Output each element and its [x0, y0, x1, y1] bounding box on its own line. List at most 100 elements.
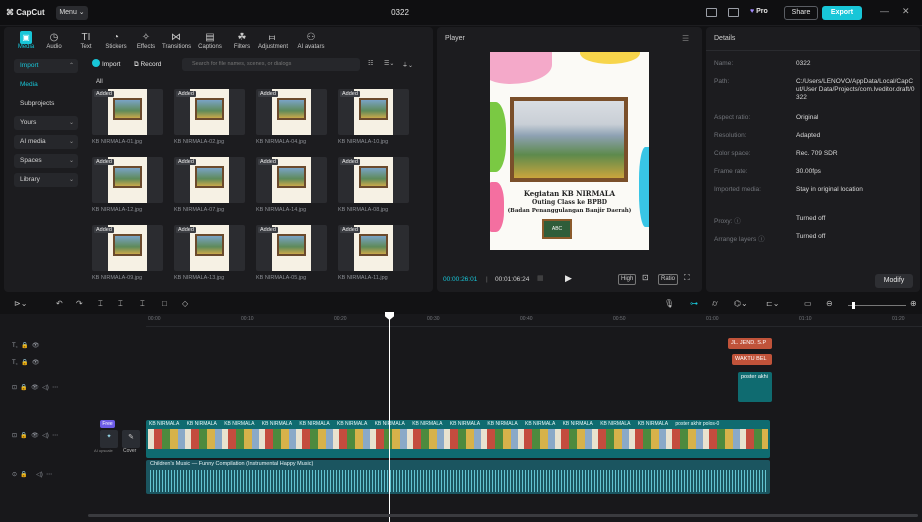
- undo-icon[interactable]: ↶: [56, 299, 63, 308]
- sidebar-item-yours[interactable]: Yours ⌄: [14, 116, 78, 130]
- link-icon[interactable]: ⊶: [690, 299, 698, 308]
- caption-icon[interactable]: ▭: [804, 299, 812, 308]
- media-thumbnail[interactable]: Added: [92, 157, 163, 203]
- media-thumbnail[interactable]: Added: [174, 225, 245, 271]
- sidebar-item-ai-media[interactable]: AI media ⌄: [14, 135, 78, 149]
- record-button[interactable]: ⧉ Record: [134, 59, 161, 71]
- time-ruler: 00:00 00:10 00:20 00:30 00:40 00:50 01:00 01:10…: [146, 314, 922, 327]
- zoom-out-icon[interactable]: ⊖: [826, 299, 833, 308]
- tab-text[interactable]: TI Text: [72, 31, 100, 50]
- sidebar-item-library[interactable]: Library ⌄: [14, 173, 78, 187]
- marker-icon[interactable]: ◇: [182, 299, 188, 308]
- detail-key-frame-rate: Frame rate:: [714, 168, 748, 175]
- export-button[interactable]: Export: [822, 6, 862, 20]
- edit-cover-icon[interactable]: ✎: [122, 430, 140, 448]
- sidebar-item-import[interactable]: Import ⌃: [14, 59, 78, 73]
- ai-upscale-icon[interactable]: ✦: [100, 430, 118, 448]
- detail-value-proxy[interactable]: Turned off: [796, 215, 916, 223]
- pro-badge[interactable]: ♥ Pro: [750, 8, 768, 15]
- play-button[interactable]: ▶: [565, 273, 572, 284]
- delete-icon[interactable]: □: [162, 299, 167, 308]
- tab-stickers[interactable]: ◔ Stickers: [102, 31, 130, 50]
- preview-axis-icon[interactable]: ⊏⌄: [766, 299, 779, 308]
- close-button[interactable]: ✕: [902, 6, 910, 17]
- tab-media[interactable]: ▣ Media: [12, 31, 40, 50]
- snap-icon[interactable]: ⌬⌄: [734, 299, 748, 308]
- overlay-clip[interactable]: poster akhi: [738, 372, 772, 402]
- media-search-input[interactable]: [182, 58, 360, 71]
- sort-icon[interactable]: ☰⌄: [384, 60, 394, 67]
- tab-label: Audio: [46, 44, 62, 50]
- audio-icon: ◷: [49, 32, 59, 43]
- fit-icon[interactable]: ⊡: [642, 273, 649, 282]
- split-icon[interactable]: ⌶: [98, 299, 103, 309]
- modify-button[interactable]: Modify: [875, 274, 913, 288]
- ruler-tick-label: 00:10: [241, 316, 254, 322]
- zoom-slider[interactable]: [848, 305, 906, 306]
- main-video-track[interactable]: KB NIRMALA KB NIRMALA KB NIRMALA KB NIRMALA…: [146, 420, 770, 458]
- redo-icon[interactable]: ↷: [76, 299, 83, 308]
- import-button[interactable]: Import: [92, 59, 120, 71]
- added-badge: Added: [176, 227, 196, 233]
- menu-button[interactable]: Menu ⌄: [56, 6, 88, 20]
- minimize-button[interactable]: —: [880, 6, 889, 16]
- media-thumbnail[interactable]: Added: [256, 89, 327, 135]
- audio-clip[interactable]: Children's Music — Funny Compilation (In…: [146, 460, 770, 494]
- tab-captions[interactable]: ▤ Captions: [196, 31, 224, 50]
- media-thumbnail[interactable]: Added: [338, 157, 409, 203]
- tab-audio[interactable]: ◷ Audio: [40, 31, 68, 50]
- tab-transitions[interactable]: ⋈ Transitions: [162, 31, 191, 50]
- sidebar-item-spaces[interactable]: Spaces ⌄: [14, 154, 78, 168]
- media-thumbnail[interactable]: Added: [92, 89, 163, 135]
- text-clip[interactable]: WAKTU BEL: [732, 354, 772, 365]
- media-thumbnail[interactable]: Added: [338, 225, 409, 271]
- preview-canvas[interactable]: Kegiatan KB NIRMALA Outing Class ke BPBD…: [490, 52, 649, 250]
- media-thumbnail[interactable]: Added: [256, 157, 327, 203]
- quality-button[interactable]: High: [618, 274, 637, 285]
- text-clip[interactable]: JL. JEND. S.P: [728, 338, 772, 349]
- timeline-scale-icon[interactable]: ▦: [537, 274, 544, 282]
- shortcut-icon[interactable]: [728, 8, 739, 17]
- detail-value-arrange-layers[interactable]: Turned off: [796, 233, 916, 241]
- timeline-scrollbar[interactable]: [88, 514, 918, 517]
- chevron-down-icon: ⌄: [68, 177, 74, 183]
- sidebar-item-subprojects[interactable]: Subprojects: [14, 97, 78, 111]
- tab-ai-avatars[interactable]: ⚇ AI avatars: [294, 31, 328, 50]
- detail-value-path: C:/Users/LENOVO/AppData/Local/CapCut/Use…: [796, 78, 915, 101]
- media-thumbnail[interactable]: Added: [338, 89, 409, 135]
- player-menu-icon[interactable]: ☰: [682, 34, 689, 43]
- magnet-icon[interactable]: ⌭: [712, 299, 718, 309]
- adjustment-icon: ⧦: [268, 32, 276, 43]
- chevron-down-icon: ⌄: [68, 120, 74, 126]
- detail-key-resolution: Resolution:: [714, 132, 747, 139]
- added-badge: Added: [94, 227, 114, 233]
- filter-icon[interactable]: ⏚⌄: [402, 60, 413, 69]
- fullscreen-icon[interactable]: ⛶: [684, 273, 690, 283]
- split-left-icon[interactable]: ⌶: [118, 299, 123, 309]
- media-thumbnail[interactable]: Added: [174, 89, 245, 135]
- layout-icon[interactable]: [706, 8, 717, 17]
- microphone-icon[interactable]: 🎙: [664, 299, 674, 308]
- clip-label: KB NIRMALA: [224, 421, 255, 427]
- playhead[interactable]: [389, 314, 390, 522]
- zoom-slider-handle[interactable]: [852, 302, 855, 309]
- share-button[interactable]: Share: [784, 6, 818, 20]
- grid-view-icon[interactable]: ☷: [368, 60, 373, 67]
- zoom-in-icon[interactable]: ⊕: [910, 299, 917, 308]
- detail-key-color-space: Color space:: [714, 150, 751, 157]
- ratio-button[interactable]: Ratio: [658, 274, 679, 285]
- decor-shape: [639, 147, 649, 227]
- app-name: CapCut: [16, 8, 45, 17]
- sidebar-item-media[interactable]: Media: [14, 78, 78, 92]
- tab-filters[interactable]: ☘ Filters: [228, 31, 256, 50]
- select-tool-icon[interactable]: ⊳⌄: [14, 299, 27, 308]
- media-thumbnail[interactable]: Added: [92, 225, 163, 271]
- split-right-icon[interactable]: ⌶: [140, 299, 145, 309]
- tab-effects[interactable]: ✧ Effects: [132, 31, 160, 50]
- media-thumbnail[interactable]: Added: [256, 225, 327, 271]
- media-thumbnail[interactable]: Added: [174, 157, 245, 203]
- cover-thumbnail[interactable]: Free ✦ AI upscale ✎ Cover: [94, 420, 140, 456]
- transitions-icon: ⋈: [171, 32, 181, 43]
- tab-adjustment[interactable]: ⧦ Adjustment: [258, 31, 288, 50]
- ruler-tick-label: 00:50: [613, 316, 626, 322]
